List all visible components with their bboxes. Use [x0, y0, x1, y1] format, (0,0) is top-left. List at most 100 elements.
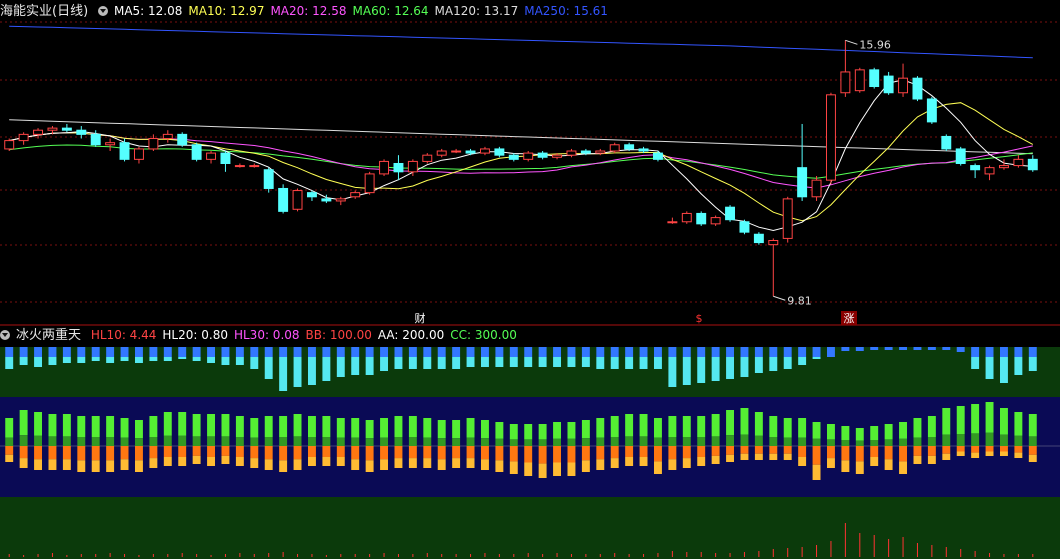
fire-bar-down-tip: [682, 458, 691, 468]
fire-bar-down-tip: [812, 464, 821, 480]
fire-bar-up-base: [221, 436, 230, 446]
candle-body: [90, 133, 101, 146]
ice-bar-top: [567, 347, 576, 357]
fire-bar-down: [567, 446, 576, 463]
ice-bar-top: [682, 347, 691, 357]
candle-body: [840, 71, 851, 94]
fire-bar-up: [19, 410, 28, 436]
ice-bar-top: [452, 347, 461, 357]
ice-bar-top: [466, 347, 475, 357]
candle-body: [580, 150, 591, 154]
ice-bar-top: [134, 347, 143, 357]
candle-body: [624, 144, 635, 150]
candle-body: [638, 148, 649, 152]
ice-bar-top: [971, 347, 980, 357]
fire-bar-up-base: [783, 437, 792, 446]
ice-bar-top: [307, 347, 316, 357]
ice-bar: [380, 357, 389, 371]
fire-bar-up-base: [927, 437, 936, 446]
fire-bar-up: [149, 416, 158, 437]
fire-bar-up: [726, 410, 735, 436]
fire-bar-down: [351, 446, 360, 460]
ice-bar-top: [394, 347, 403, 357]
fire-bar-up-base: [999, 434, 1008, 446]
fire-bar-down: [19, 446, 28, 459]
fire-bar-down: [740, 446, 749, 454]
fire-bar-up-base: [34, 435, 43, 446]
fire-bar-down: [798, 446, 807, 457]
ice-bar: [394, 357, 403, 369]
ice-bar: [351, 357, 360, 375]
fire-bar-up-base: [250, 437, 259, 446]
candle-body: [76, 129, 87, 135]
fire-bar-up: [437, 420, 446, 439]
fire-bar-up: [581, 420, 590, 439]
fire-bar-down-tip: [322, 457, 331, 466]
ice-bar-top: [48, 347, 57, 357]
candle-body: [552, 154, 563, 158]
ma60-line: [9, 144, 1033, 179]
ice-bar: [985, 357, 994, 379]
ice-bar-top: [293, 347, 302, 357]
candle-body: [422, 154, 433, 162]
fire-bar-up: [279, 416, 288, 437]
fire-bar-down: [336, 446, 345, 457]
candle-body: [220, 152, 231, 164]
fire-bar-down: [870, 446, 879, 457]
fire-bar-up-base: [235, 437, 244, 446]
ice-bar-top: [1028, 347, 1037, 357]
fire-bar-up-base: [437, 438, 446, 446]
ice-bar-top: [149, 347, 158, 357]
candle-body: [105, 142, 116, 146]
stock-chart[interactable]: 15.96 9.81 财 $ 涨: [0, 0, 1060, 559]
ice-bar-top: [5, 347, 14, 357]
fire-bar-down-tip: [120, 459, 129, 470]
fire-bar-up: [264, 416, 273, 437]
fire-bar-up: [884, 424, 893, 440]
fire-bar-down: [5, 446, 14, 455]
fire-bar-up-base: [336, 437, 345, 446]
ice-bar-top: [726, 347, 735, 357]
fire-bar-down: [509, 446, 518, 462]
fire-bar-down: [653, 446, 662, 462]
ice-bar: [178, 357, 187, 359]
fire-bar-up-base: [452, 438, 461, 446]
ice-bar: [769, 357, 778, 371]
candle-body: [162, 133, 173, 140]
fire-bar-up: [653, 418, 662, 438]
fire-bar-down-tip: [307, 457, 316, 466]
fire-bar-down-tip: [754, 453, 763, 460]
fire-bar-down: [596, 446, 605, 460]
fire-bar-down-tip: [726, 454, 735, 462]
fire-bar-up: [812, 422, 821, 439]
fire-bar-up-base: [495, 438, 504, 446]
ice-bar: [149, 357, 158, 361]
ice-bar-top: [19, 347, 28, 357]
fire-bar-up: [538, 424, 547, 440]
candle-body: [335, 198, 346, 202]
candle-body: [566, 150, 577, 156]
fire-bar-up-base: [408, 437, 417, 446]
ice-bar: [34, 357, 43, 367]
fire-bar-up: [48, 414, 57, 437]
candle-body: [4, 140, 15, 150]
candle-body: [350, 192, 361, 198]
ice-bar-top: [279, 347, 288, 357]
ice-bar-top: [927, 347, 936, 350]
bottom-zone-bg: [0, 497, 1060, 559]
ice-bar: [480, 357, 489, 367]
high-price-label: 15.96: [859, 38, 891, 51]
fire-bar-down-tip: [826, 458, 835, 468]
fire-bar-down: [812, 446, 821, 465]
ice-bar: [726, 357, 735, 379]
fire-bar-down: [77, 446, 86, 461]
fire-bar-down: [293, 446, 302, 460]
ice-bar: [999, 357, 1008, 383]
ice-bar: [783, 357, 792, 369]
fire-bar-down-tip: [639, 457, 648, 466]
ice-bar: [5, 357, 14, 369]
ice-bar-top: [192, 347, 201, 357]
ice-bar-top: [581, 347, 590, 357]
fire-bar-down: [221, 446, 230, 456]
fire-bar-up: [466, 418, 475, 438]
